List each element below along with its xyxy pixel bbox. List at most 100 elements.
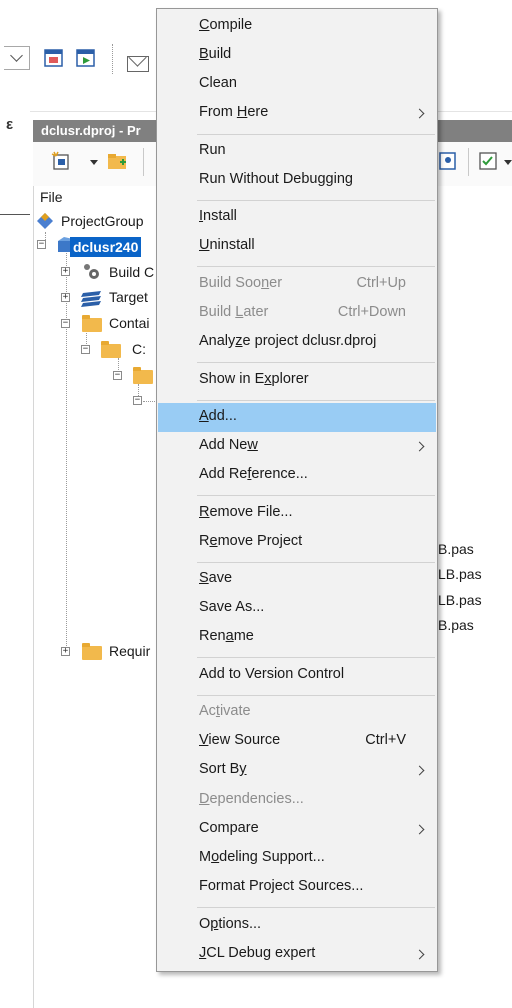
panel-divider xyxy=(0,214,30,215)
expand-icon[interactable]: + xyxy=(61,647,70,656)
tree-header-file: File xyxy=(40,189,63,205)
menu-item-build[interactable]: Build xyxy=(158,41,436,70)
menu-separator xyxy=(197,695,435,696)
run-window-icon[interactable] xyxy=(75,47,97,69)
menu-item-label: Run Without Debugging xyxy=(199,171,353,187)
file-name-fragment[interactable]: LB.pas xyxy=(438,592,482,608)
menu-item-label: Analyze project dclusr.dproj xyxy=(199,333,377,349)
menu-item-shortcut: Ctrl+V xyxy=(365,732,406,748)
menu-item-remove-project[interactable]: Remove Project xyxy=(158,528,436,557)
menu-item-label: Save As... xyxy=(199,599,265,615)
menu-item-sort-by[interactable]: Sort By xyxy=(158,756,436,785)
project-group-icon xyxy=(37,213,53,229)
chevron-right-icon xyxy=(414,949,425,960)
tree-item-target[interactable]: Target xyxy=(109,289,148,305)
menu-item-label: Compare xyxy=(199,820,259,836)
collapse-icon[interactable]: − xyxy=(61,319,70,328)
menu-item-label: Show in Explorer xyxy=(199,371,309,387)
tree-item-requires[interactable]: Requir xyxy=(109,643,150,659)
menu-item-modeling-support[interactable]: Modeling Support... xyxy=(158,844,436,873)
chevron-right-icon xyxy=(414,441,425,452)
menu-separator xyxy=(197,362,435,363)
tree-item-contains[interactable]: Contai xyxy=(109,315,149,331)
menu-item-compare[interactable]: Compare xyxy=(158,815,436,844)
add-folder-icon[interactable] xyxy=(106,150,128,172)
menu-item-label: Save xyxy=(199,570,233,586)
dropdown-arrow-icon[interactable] xyxy=(504,160,512,165)
menu-item-add-to-version-control[interactable]: Add to Version Control xyxy=(158,661,436,690)
collapse-icon[interactable]: − xyxy=(133,396,142,405)
new-window-icon[interactable] xyxy=(43,47,65,69)
dropdown-arrow-icon[interactable] xyxy=(90,160,98,165)
menu-item-label: Modeling Support... xyxy=(199,849,325,865)
panel-glyph: ε xyxy=(6,116,14,133)
menu-item-label: Rename xyxy=(199,628,254,644)
menu-item-label: Build xyxy=(199,46,232,62)
chevron-right-icon xyxy=(414,824,425,835)
menu-item-from-here[interactable]: From Here xyxy=(158,99,436,128)
menu-item-label: Sort By xyxy=(199,761,247,777)
menu-separator xyxy=(197,266,435,267)
menu-item-compile[interactable]: Compile xyxy=(158,12,436,41)
menu-item-run[interactable]: Run xyxy=(158,137,436,166)
folder-icon xyxy=(82,315,102,332)
menu-item-dependencies: Dependencies... xyxy=(158,786,436,815)
menu-separator xyxy=(197,495,435,496)
folder-icon xyxy=(101,341,121,358)
tree-item-selected-project[interactable]: dclusr240 xyxy=(70,237,142,257)
tree-line xyxy=(143,401,155,402)
menu-item-analyze-project[interactable]: Analyze project dclusr.dproj xyxy=(158,328,436,357)
menu-item-activate: Activate xyxy=(158,698,436,727)
expand-icon[interactable]: + xyxy=(61,267,70,276)
view-options-icon[interactable] xyxy=(478,150,500,172)
menu-item-label: Uninstall xyxy=(199,237,255,253)
file-name-fragment[interactable]: LB.pas xyxy=(438,566,482,582)
tree-line xyxy=(66,248,67,654)
folder-icon xyxy=(133,367,153,384)
menu-item-save[interactable]: Save xyxy=(158,565,436,594)
new-item-icon[interactable] xyxy=(50,150,72,172)
menu-item-remove-file[interactable]: Remove File... xyxy=(158,499,436,528)
menu-item-options[interactable]: Options... xyxy=(158,911,436,940)
collapse-icon[interactable]: − xyxy=(81,345,90,354)
menu-item-add-new[interactable]: Add New xyxy=(158,432,436,461)
menu-item-label: Add... xyxy=(199,408,237,424)
menu-item-add[interactable]: Add... xyxy=(158,403,436,432)
tree-item-build-config[interactable]: Build C xyxy=(109,264,154,280)
menu-item-run-without-debugging[interactable]: Run Without Debugging xyxy=(158,166,436,195)
menu-item-build-later: Build Later Ctrl+Down xyxy=(158,299,436,328)
menu-item-label: Add to Version Control xyxy=(199,666,345,682)
context-menu: Compile Build Clean From Here Run Run Wi… xyxy=(156,8,438,972)
expand-icon[interactable]: + xyxy=(61,293,70,302)
menu-separator xyxy=(197,400,435,401)
menu-item-label: From Here xyxy=(199,104,269,120)
menu-item-clean[interactable]: Clean xyxy=(158,70,436,99)
menu-item-view-source[interactable]: View Source Ctrl+V xyxy=(158,727,436,756)
menu-item-jcl-debug-expert[interactable]: JCL Debug expert xyxy=(158,940,436,969)
collapse-icon[interactable]: − xyxy=(113,371,122,380)
tree-item-projectgroup[interactable]: ProjectGroup xyxy=(61,213,143,229)
toolbar-combo-dropdown[interactable] xyxy=(4,46,30,70)
file-name-fragment[interactable]: B.pas xyxy=(438,617,474,633)
tree-item-drive[interactable]: C: xyxy=(132,341,146,357)
menu-item-label: View Source xyxy=(199,732,281,748)
menu-item-show-in-explorer[interactable]: Show in Explorer xyxy=(158,366,436,395)
collapse-icon[interactable]: − xyxy=(37,240,46,249)
menu-item-rename[interactable]: Rename xyxy=(158,623,436,652)
menu-item-uninstall[interactable]: Uninstall xyxy=(158,232,436,261)
project-options-icon[interactable] xyxy=(438,150,460,172)
menu-item-format-project-sources[interactable]: Format Project Sources... xyxy=(158,873,436,902)
mail-icon[interactable] xyxy=(127,56,149,72)
target-platforms-icon xyxy=(81,291,101,307)
menu-item-label: Activate xyxy=(199,703,251,719)
toolbar-separator xyxy=(468,148,469,176)
file-name-fragment[interactable]: B.pas xyxy=(438,541,474,557)
menu-item-shortcut: Ctrl+Down xyxy=(337,304,406,320)
menu-item-install[interactable]: Install xyxy=(158,203,436,232)
folder-icon xyxy=(82,643,102,660)
chevron-right-icon xyxy=(414,108,425,119)
toolbar-separator xyxy=(143,148,144,176)
menu-item-add-reference[interactable]: Add Reference... xyxy=(158,461,436,490)
menu-item-label: Dependencies... xyxy=(199,791,304,807)
menu-item-save-as[interactable]: Save As... xyxy=(158,594,436,623)
